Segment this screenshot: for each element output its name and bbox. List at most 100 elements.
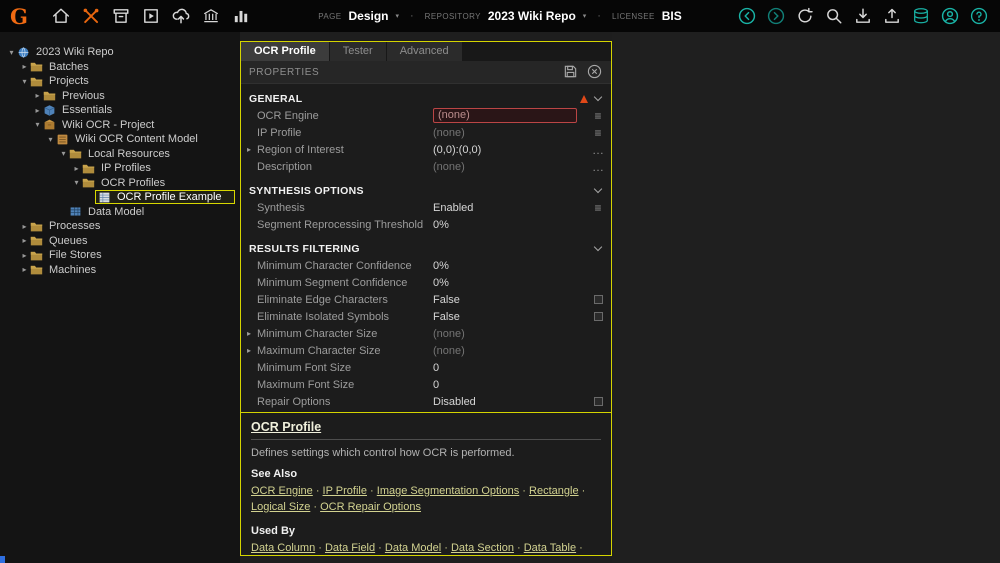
tools-icon[interactable] xyxy=(81,7,100,26)
property-row-ip-profile[interactable]: IP Profile (none) ≡ xyxy=(241,124,611,141)
property-value[interactable]: (0,0):(0,0) xyxy=(433,144,585,156)
expand-icon[interactable]: ▸ xyxy=(32,91,43,100)
close-button[interactable] xyxy=(587,64,603,80)
property-row-eliminate-edge-characters[interactable]: Eliminate Edge Characters False xyxy=(241,291,611,308)
link-data-section[interactable]: Data Section xyxy=(451,542,514,554)
tree-item-2023-wiki-repo[interactable]: ▾ 2023 Wiki Repo xyxy=(0,45,240,60)
property-value[interactable]: (none) xyxy=(433,127,585,139)
tree-item-previous[interactable]: ▸ Previous xyxy=(0,89,240,104)
help-icon[interactable] xyxy=(969,7,988,26)
tree-item-wiki-ocr-content-model[interactable]: ▾ Wiki OCR Content Model xyxy=(0,132,240,147)
help-title-link[interactable]: OCR Profile xyxy=(251,420,321,434)
tree-item-ip-profiles[interactable]: ▸ IP Profiles xyxy=(0,161,240,176)
link-rectangle[interactable]: Rectangle xyxy=(529,485,579,497)
property-row-minimum-segment-confidence[interactable]: Minimum Segment Confidence 0% xyxy=(241,274,611,291)
tree-item-wiki-ocr-project[interactable]: ▾ Wiki OCR - Project xyxy=(0,118,240,133)
property-row-ocr-engine[interactable]: OCR Engine (none) ≡ xyxy=(241,107,611,124)
link-logical-size[interactable]: Logical Size xyxy=(251,501,310,513)
tree-item-ocr-profile-example[interactable]: OCR Profile Example xyxy=(0,190,240,205)
property-row-description[interactable]: Description (none)… xyxy=(241,158,611,175)
tab-ocr-profile[interactable]: OCR Profile xyxy=(241,42,330,61)
property-value[interactable]: 0% xyxy=(433,260,585,272)
property-row-region-of-interest[interactable]: ▸ Region of Interest (0,0):(0,0)… xyxy=(241,141,611,158)
link-ocr-repair-options[interactable]: OCR Repair Options xyxy=(320,501,421,513)
home-icon[interactable] xyxy=(51,7,70,26)
tree-item-local-resources[interactable]: ▾ Local Resources xyxy=(0,147,240,162)
link-image-segmentation-options[interactable]: Image Segmentation Options xyxy=(377,485,519,497)
property-row-maximum-character-size[interactable]: ▸ Maximum Character Size (none) xyxy=(241,342,611,359)
tree-item-file-stores[interactable]: ▸ File Stores xyxy=(0,248,240,263)
link-data-model[interactable]: Data Model xyxy=(385,542,441,554)
expand-icon[interactable]: ▸ xyxy=(19,222,30,231)
chevron-down-icon[interactable] xyxy=(593,92,603,102)
tree-item-machines[interactable]: ▸ Machines xyxy=(0,263,240,278)
tree-item-queues[interactable]: ▸ Queues xyxy=(0,234,240,249)
ellipsis-button[interactable]: … xyxy=(585,160,611,174)
tree-item-projects[interactable]: ▾ Projects xyxy=(0,74,240,89)
collapse-icon[interactable]: ▾ xyxy=(45,135,56,144)
property-value[interactable]: 0% xyxy=(433,219,585,231)
expand-icon[interactable]: ▸ xyxy=(19,62,30,71)
collapse-icon[interactable]: ▾ xyxy=(32,120,43,129)
tree-item-ocr-profiles[interactable]: ▾ OCR Profiles xyxy=(0,176,240,191)
link-data-field[interactable]: Data Field xyxy=(325,542,375,554)
cloud-upload-icon[interactable] xyxy=(171,7,190,26)
repository-selector[interactable]: 2023 Wiki Repo xyxy=(488,9,576,23)
property-row-synthesis[interactable]: Synthesis Enabled ≡ xyxy=(241,199,611,216)
collapse-icon[interactable]: ▾ xyxy=(6,48,17,57)
dropdown-menu-icon[interactable]: ≡ xyxy=(585,109,611,123)
link-data-column[interactable]: Data Column xyxy=(251,542,315,554)
tree-item-processes[interactable]: ▸ Processes xyxy=(0,219,240,234)
collapse-icon[interactable]: ▾ xyxy=(58,149,69,158)
app-logo[interactable]: G xyxy=(10,4,40,29)
property-row-minimum-font-size[interactable]: Minimum Font Size 0 xyxy=(241,359,611,376)
section-header-results-filtering[interactable]: RESULTS FILTERING xyxy=(241,236,611,257)
property-value[interactable]: (none) xyxy=(433,161,585,173)
expand-icon[interactable]: ▸ xyxy=(19,265,30,274)
property-value[interactable]: (none) xyxy=(433,345,585,357)
nav-back-icon[interactable] xyxy=(737,7,756,26)
property-value[interactable]: 0 xyxy=(433,362,585,374)
expand-icon[interactable]: ▸ xyxy=(19,251,30,260)
property-row-eliminate-isolated-symbols[interactable]: Eliminate Isolated Symbols False xyxy=(241,308,611,325)
process-icon[interactable] xyxy=(141,7,160,26)
collapse-icon[interactable]: ▾ xyxy=(71,178,82,187)
tab-advanced[interactable]: Advanced xyxy=(386,42,463,61)
dropdown-menu-icon[interactable]: ≡ xyxy=(585,201,611,215)
section-header-synthesis-options[interactable]: SYNTHESIS OPTIONS xyxy=(241,178,611,199)
property-value[interactable]: (none) xyxy=(433,328,585,340)
chevron-down-icon[interactable] xyxy=(593,184,603,194)
chevron-down-icon[interactable] xyxy=(593,242,603,252)
tree-item-data-model[interactable]: Data Model xyxy=(0,205,240,220)
checkbox[interactable] xyxy=(593,294,603,304)
checkbox[interactable] xyxy=(593,311,603,321)
expand-icon[interactable]: ▸ xyxy=(19,236,30,245)
download-icon[interactable] xyxy=(853,7,872,26)
link-ocr-engine[interactable]: OCR Engine xyxy=(251,485,313,497)
property-row-maximum-font-size[interactable]: Maximum Font Size 0 xyxy=(241,376,611,393)
property-value[interactable]: 0 xyxy=(433,379,585,391)
property-value[interactable]: False xyxy=(433,311,585,323)
property-value[interactable]: 0% xyxy=(433,277,585,289)
batches-icon[interactable] xyxy=(111,7,130,26)
database-icon[interactable] xyxy=(911,7,930,26)
collapse-icon[interactable]: ▾ xyxy=(19,77,30,86)
section-header-general[interactable]: GENERAL xyxy=(241,86,611,107)
dropdown-menu-icon[interactable]: ≡ xyxy=(585,126,611,140)
checkbox[interactable] xyxy=(593,396,603,406)
search-icon[interactable] xyxy=(824,7,843,26)
property-row-segment-reprocessing-threshold[interactable]: Segment Reprocessing Threshold 0% xyxy=(241,216,611,233)
user-icon[interactable] xyxy=(940,7,959,26)
property-row-minimum-character-confidence[interactable]: Minimum Character Confidence 0% xyxy=(241,257,611,274)
property-row-minimum-character-size[interactable]: ▸ Minimum Character Size (none) xyxy=(241,325,611,342)
tab-tester[interactable]: Tester xyxy=(329,42,387,61)
save-button[interactable] xyxy=(563,64,579,80)
expand-icon[interactable]: ▸ xyxy=(32,106,43,115)
upload-icon[interactable] xyxy=(882,7,901,26)
expand-icon[interactable]: ▸ xyxy=(247,145,257,154)
ellipsis-button[interactable]: … xyxy=(585,143,611,157)
expand-icon[interactable]: ▸ xyxy=(247,329,257,338)
property-value[interactable]: Enabled xyxy=(433,202,585,214)
link-ip-profile[interactable]: IP Profile xyxy=(323,485,367,497)
tree-item-essentials[interactable]: ▸ Essentials xyxy=(0,103,240,118)
